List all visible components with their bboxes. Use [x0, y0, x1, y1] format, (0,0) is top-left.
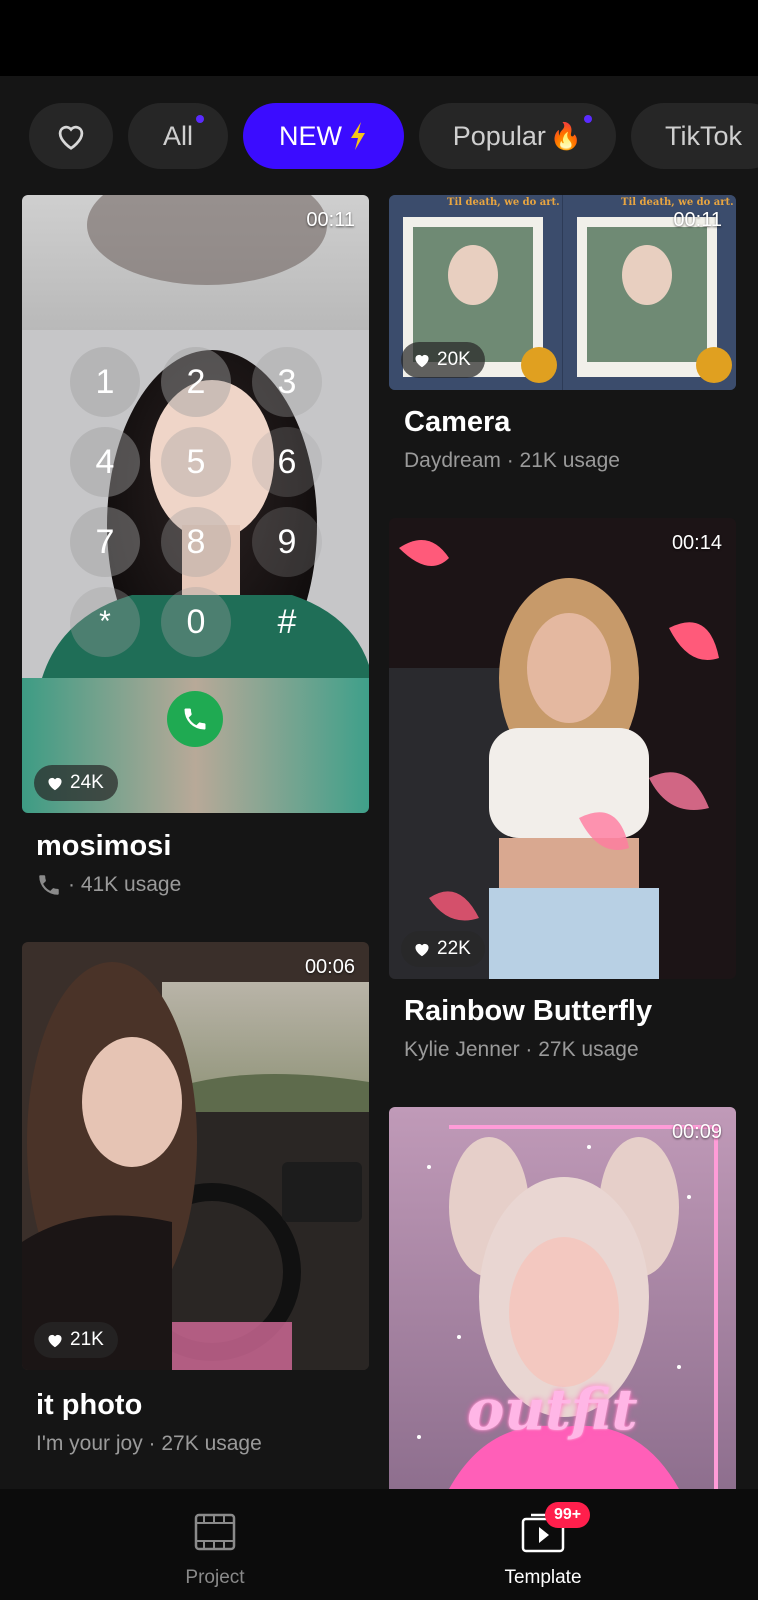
- template-title: Camera: [404, 406, 511, 438]
- new-indicator-dot: [196, 115, 204, 123]
- dialpad-key: 1: [70, 347, 140, 417]
- template-card-mosimosi[interactable]: 1 2 3 4 5 6 7 8 9 * 0 # 00:11 24K: [22, 195, 369, 813]
- nav-project[interactable]: Project: [115, 1489, 315, 1600]
- call-button-graphic: [167, 691, 223, 747]
- template-thumbnail: [389, 518, 736, 979]
- card-overlay-text: Til death, we do art.: [447, 197, 560, 208]
- dialpad-key: 3: [252, 347, 322, 417]
- template-subtitle-text: · 41K usage: [68, 873, 182, 896]
- film-icon: [194, 1513, 236, 1551]
- tab-new[interactable]: NEW: [243, 103, 404, 169]
- template-subtitle: Kylie Jenner · 27K usage: [404, 1038, 639, 1061]
- nav-project-label: Project: [185, 1567, 245, 1588]
- dialpad-key: 9: [252, 507, 322, 577]
- status-bar: [0, 0, 758, 76]
- new-indicator-dot: [584, 115, 592, 123]
- tab-tiktok-label: TikTok: [665, 120, 743, 151]
- template-card-outfit[interactable]: outfit 00:09: [389, 1107, 736, 1489]
- phone-icon: [184, 708, 206, 730]
- heart-icon: [48, 777, 62, 791]
- likes-badge: 20K: [401, 342, 485, 378]
- duration-label: 00:11: [673, 209, 722, 231]
- tab-popular[interactable]: Popular 🔥: [419, 103, 616, 169]
- heart-outline-icon: [58, 125, 84, 150]
- fire-icon: 🔥: [549, 120, 583, 151]
- template-title: Rainbow Butterfly: [404, 995, 653, 1027]
- phone-icon: [39, 875, 59, 895]
- nav-template-label: Template: [504, 1567, 582, 1588]
- dialpad-key: 0: [161, 587, 231, 657]
- duration-label: 00:11: [306, 209, 355, 231]
- tab-tiktok[interactable]: TikTok: [631, 103, 758, 169]
- template-subtitle: · 41K usage: [36, 872, 181, 898]
- duration-label: 00:06: [304, 956, 355, 978]
- card-overlay-text: outfit: [467, 1377, 638, 1443]
- nav-template[interactable]: 99+ Template: [443, 1489, 643, 1600]
- dialpad-key: 6: [252, 427, 322, 497]
- dialpad-key: *: [70, 587, 140, 657]
- bottom-navigation: Project 99+ Template: [0, 1489, 758, 1600]
- template-card-rainbow-butterfly[interactable]: 00:14 22K: [389, 518, 736, 979]
- duration-label: 00:14: [671, 532, 722, 554]
- notification-badge: 99+: [545, 1502, 591, 1528]
- likes-count: 22K: [437, 938, 471, 959]
- heart-icon: [48, 1334, 62, 1348]
- likes-badge: 24K: [34, 765, 118, 801]
- template-thumbnail: [22, 942, 369, 1370]
- dialpad-key: 4: [70, 427, 140, 497]
- dialpad-key: 8: [161, 507, 231, 577]
- template-card-it-photo[interactable]: 00:06 21K: [22, 942, 369, 1370]
- template-subtitle: I'm your joy · 27K usage: [36, 1432, 262, 1455]
- template-title: it photo: [36, 1389, 143, 1421]
- template-card-camera[interactable]: Til death, we do art. Til death, we do a…: [389, 195, 736, 390]
- heart-icon: [415, 943, 429, 957]
- likes-count: 21K: [70, 1329, 104, 1350]
- dialpad-key: #: [277, 602, 297, 641]
- duration-label: 00:09: [671, 1121, 722, 1143]
- tab-all-label: All: [162, 120, 193, 151]
- dialpad-key: 2: [161, 347, 231, 417]
- card-overlay-text: Til death, we do art.: [621, 197, 734, 208]
- tab-all[interactable]: All: [128, 103, 228, 169]
- dialpad-key: 7: [70, 507, 140, 577]
- lightning-icon: [351, 122, 365, 150]
- likes-count: 24K: [70, 772, 104, 793]
- likes-count: 20K: [437, 349, 471, 370]
- likes-badge: 21K: [34, 1322, 118, 1358]
- tab-favorites[interactable]: [29, 103, 113, 169]
- tab-new-label: NEW: [279, 120, 342, 151]
- heart-icon: [415, 354, 429, 368]
- template-title: mosimosi: [36, 830, 172, 862]
- likes-badge: 22K: [401, 931, 485, 967]
- template-subtitle: Daydream · 21K usage: [404, 449, 620, 472]
- category-tabs: All NEW Popular 🔥 TikTok: [0, 76, 758, 192]
- dialpad-key: 5: [161, 427, 231, 497]
- tab-popular-label: Popular: [452, 120, 546, 151]
